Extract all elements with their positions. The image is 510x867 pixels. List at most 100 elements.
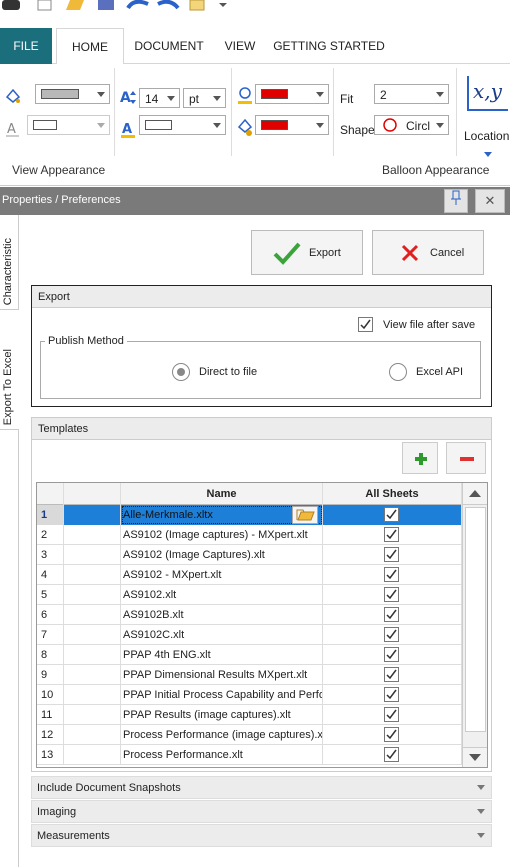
imaging-section[interactable]: Imaging — [31, 800, 492, 823]
template-name-cell[interactable]: PPAP 4th ENG.xlt — [121, 645, 323, 665]
table-row[interactable]: 11 PPAP Results (image captures).xlt — [37, 705, 462, 725]
add-template-button[interactable] — [402, 442, 438, 474]
fill-color-select[interactable] — [35, 84, 110, 104]
all-sheets-checkbox[interactable] — [384, 587, 399, 602]
direct-to-file-radio[interactable] — [172, 363, 190, 381]
table-row[interactable]: 10 PPAP Initial Process Capability and Pe… — [37, 685, 462, 705]
all-sheets-checkbox[interactable] — [384, 667, 399, 682]
all-sheets-cell — [323, 625, 462, 645]
export-section-header[interactable]: Export — [32, 286, 491, 308]
all-sheets-checkbox[interactable] — [384, 707, 399, 722]
pin-button[interactable] — [444, 189, 468, 213]
template-name-cell[interactable]: AS9102C.xlt — [121, 625, 323, 645]
table-row[interactable]: 1 Alle-Merkmale.xltx — [37, 505, 462, 525]
all-sheets-checkbox[interactable] — [384, 747, 399, 762]
all-sheets-checkbox[interactable] — [384, 507, 399, 522]
template-name: Alle-Merkmale.xltx — [123, 509, 213, 521]
row-spacer-cell — [64, 665, 121, 685]
check-icon — [386, 649, 397, 660]
balloon-color-select[interactable] — [255, 84, 329, 104]
tab-view[interactable]: VIEW — [218, 28, 262, 64]
excel-api-radio[interactable] — [389, 363, 407, 381]
template-name-cell[interactable]: PPAP Results (image captures).xlt — [121, 705, 323, 725]
all-sheets-checkbox[interactable] — [384, 687, 399, 702]
table-row[interactable]: 6 AS9102B.xlt — [37, 605, 462, 625]
templates-title: Templates — [38, 423, 89, 435]
template-name-cell[interactable]: Alle-Merkmale.xltx — [121, 505, 323, 525]
template-name-cell[interactable]: AS9102B.xlt — [121, 605, 323, 625]
template-name-cell[interactable]: Process Performance.xlt — [121, 745, 323, 765]
scroll-up-button[interactable] — [463, 483, 487, 505]
font-color-select[interactable] — [139, 115, 226, 135]
table-row[interactable]: 12 Process Performance (image captures).x… — [37, 725, 462, 745]
check-icon — [386, 729, 397, 740]
location-dropdown-arrow[interactable] — [484, 152, 492, 157]
row-number: 6 — [37, 605, 64, 625]
all-sheets-checkbox[interactable] — [384, 567, 399, 582]
template-name-cell[interactable]: AS9102 (Image Captures).xlt — [121, 545, 323, 565]
scroll-thumb[interactable] — [465, 507, 486, 732]
tab-file[interactable]: FILE — [0, 28, 52, 64]
template-name-cell[interactable]: PPAP Dimensional Results MXpert.xlt — [121, 665, 323, 685]
all-sheets-checkbox[interactable] — [384, 607, 399, 622]
vtab-export-to-excel[interactable]: Export To Excel — [0, 310, 19, 430]
column-header-name[interactable]: Name — [121, 483, 323, 505]
tab-getting-started[interactable]: GETTING STARTED — [272, 28, 386, 64]
templates-header[interactable]: Templates — [32, 418, 491, 440]
balloon-fill-select[interactable] — [255, 115, 329, 135]
include-document-snapshots-label: Include Document Snapshots — [37, 782, 181, 794]
table-row[interactable]: 13 Process Performance.xlt — [37, 745, 462, 765]
export-button[interactable]: Export — [251, 230, 363, 275]
measurements-section[interactable]: Measurements — [31, 824, 492, 847]
template-name-cell[interactable]: AS9102 - MXpert.xlt — [121, 565, 323, 585]
row-spacer-cell — [64, 645, 121, 665]
all-sheets-checkbox[interactable] — [384, 527, 399, 542]
vtab-characteristic[interactable]: Characteristic — [0, 215, 19, 310]
location-icon[interactable]: x,y — [465, 74, 510, 114]
all-sheets-cell — [323, 665, 462, 685]
template-name-cell[interactable]: AS9102 (Image captures) - MXpert.xlt — [121, 525, 323, 545]
fit-select[interactable]: 2 — [374, 84, 449, 104]
table-row[interactable]: 2 AS9102 (Image captures) - MXpert.xlt — [37, 525, 462, 545]
template-name-cell[interactable]: PPAP Initial Process Capability and Perf… — [121, 685, 323, 705]
all-sheets-cell — [323, 745, 462, 765]
quick-access-icons[interactable] — [0, 0, 240, 18]
column-header-all-sheets[interactable]: All Sheets — [323, 483, 462, 505]
template-name: Process Performance.xlt — [123, 749, 243, 761]
export-section: Export View file after save Publish Meth… — [31, 285, 492, 407]
svg-text:A: A — [122, 122, 132, 137]
tab-home[interactable]: HOME — [56, 28, 124, 65]
font-size-select[interactable]: 14 — [139, 88, 180, 108]
table-row[interactable]: 4 AS9102 - MXpert.xlt — [37, 565, 462, 585]
grid-scrollbar[interactable] — [462, 483, 487, 767]
all-sheets-checkbox[interactable] — [384, 627, 399, 642]
check-icon — [386, 509, 397, 520]
check-icon — [386, 589, 397, 600]
table-row[interactable]: 7 AS9102C.xlt — [37, 625, 462, 645]
table-row[interactable]: 5 AS9102.xlt — [37, 585, 462, 605]
browse-folder-button[interactable] — [292, 506, 318, 524]
table-row[interactable]: 9 PPAP Dimensional Results MXpert.xlt — [37, 665, 462, 685]
cancel-button[interactable]: Cancel — [372, 230, 484, 275]
all-sheets-checkbox[interactable] — [384, 727, 399, 742]
publish-method-label: Publish Method — [45, 335, 127, 347]
include-document-snapshots-section[interactable]: Include Document Snapshots — [31, 776, 492, 799]
remove-template-button[interactable] — [446, 442, 486, 474]
template-name-cell[interactable]: AS9102.xlt — [121, 585, 323, 605]
table-row[interactable]: 8 PPAP 4th ENG.xlt — [37, 645, 462, 665]
location-label[interactable]: Location — [464, 129, 509, 143]
scroll-down-button[interactable] — [463, 747, 487, 767]
all-sheets-checkbox[interactable] — [384, 547, 399, 562]
tab-document[interactable]: DOCUMENT — [130, 28, 208, 64]
all-sheets-cell — [323, 685, 462, 705]
table-row[interactable]: 3 AS9102 (Image Captures).xlt — [37, 545, 462, 565]
close-panel-button[interactable]: ✕ — [475, 189, 505, 213]
templates-section: Templates Name All Sheets 1 Alle-Merkmale… — [31, 417, 492, 772]
shape-select[interactable]: Circl — [374, 115, 449, 135]
view-after-save-checkbox[interactable] — [358, 317, 373, 332]
border-color-select[interactable] — [27, 115, 110, 135]
all-sheets-checkbox[interactable] — [384, 647, 399, 662]
template-name-cell[interactable]: Process Performance (image captures).xlt — [121, 725, 323, 745]
font-unit-select[interactable]: pt — [183, 88, 226, 108]
balloon-appearance-group-label: Balloon Appearance — [382, 163, 490, 177]
